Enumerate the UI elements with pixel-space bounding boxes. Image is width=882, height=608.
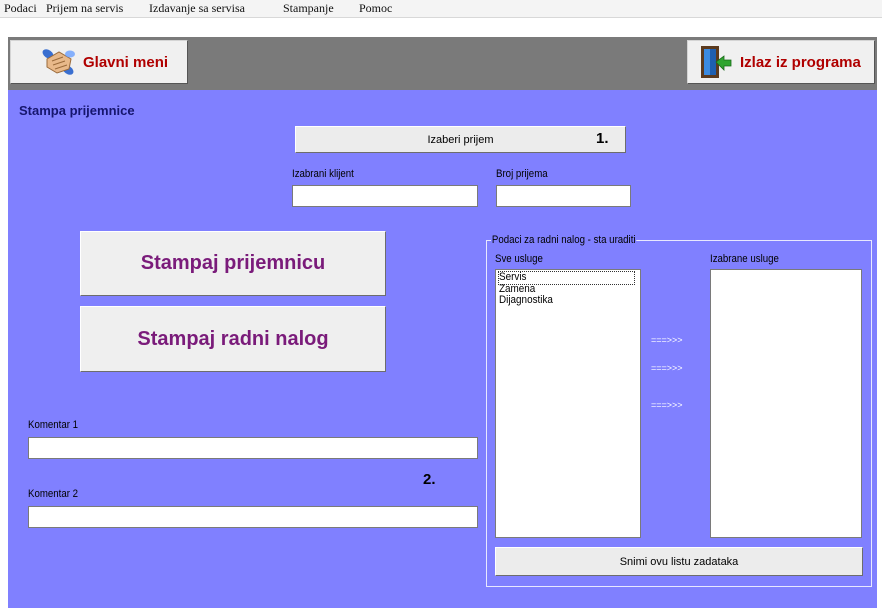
- step-2-marker: 2.: [423, 471, 436, 488]
- menu-bar: Podaci Prijem na servis Izdavanje sa ser…: [0, 0, 882, 18]
- add-service-arrow[interactable]: ===>>>: [651, 363, 683, 373]
- add-service-arrow[interactable]: ===>>>: [651, 335, 683, 345]
- all-services-label: Sve usluge: [495, 253, 543, 265]
- receipt-number-field[interactable]: [496, 185, 631, 207]
- receipt-number-label: Broj prijema: [496, 168, 548, 180]
- menu-podaci[interactable]: Podaci: [4, 1, 37, 16]
- exit-button[interactable]: Izlaz iz programa: [687, 40, 875, 84]
- client-label: Izabrani klijent: [292, 168, 354, 180]
- save-task-list-button[interactable]: Snimi ovu listu zadataka: [495, 547, 863, 576]
- work-order-group-label: Podaci za radni nalog - sta uraditi: [491, 234, 637, 246]
- toolbar: Glavni meni Izlaz iz programa: [8, 37, 877, 90]
- list-item[interactable]: Dijagnostika: [499, 294, 607, 307]
- comment-1-field[interactable]: [28, 437, 478, 459]
- handshake-icon: [42, 49, 75, 75]
- select-receipt-button[interactable]: Izaberi prijem: [295, 126, 626, 153]
- comment-1-label: Komentar 1: [28, 419, 79, 431]
- print-receipt-panel: Stampa prijemnice Izaberi prijem 1. Izab…: [8, 90, 877, 608]
- add-service-arrow[interactable]: ===>>>: [651, 400, 683, 410]
- selected-services-label: Izabrane usluge: [710, 253, 779, 265]
- main-menu-label: Glavni meni: [83, 53, 169, 71]
- main-menu-button[interactable]: Glavni meni: [10, 40, 188, 84]
- print-work-order-button[interactable]: Stampaj radni nalog: [80, 306, 386, 372]
- menu-pomoc[interactable]: Pomoc: [359, 1, 392, 16]
- all-services-list[interactable]: Servis Zamena Dijagnostika: [495, 269, 641, 538]
- comment-2-field[interactable]: [28, 506, 478, 528]
- page-title: Stampa prijemnice: [19, 103, 135, 118]
- menu-prijem-na-servis[interactable]: Prijem na servis: [46, 1, 123, 16]
- selected-services-list[interactable]: [710, 269, 862, 538]
- menu-stampanje[interactable]: Stampanje: [283, 1, 334, 16]
- client-field[interactable]: [292, 185, 478, 207]
- print-receipt-button[interactable]: Stampaj prijemnicu: [80, 231, 386, 296]
- exit-label: Izlaz iz programa: [740, 53, 861, 71]
- step-1-marker: 1.: [596, 130, 609, 147]
- menu-izdavanje-sa-servisa[interactable]: Izdavanje sa servisa: [149, 1, 245, 16]
- exit-door-icon: [701, 46, 732, 78]
- comment-2-label: Komentar 2: [28, 488, 79, 500]
